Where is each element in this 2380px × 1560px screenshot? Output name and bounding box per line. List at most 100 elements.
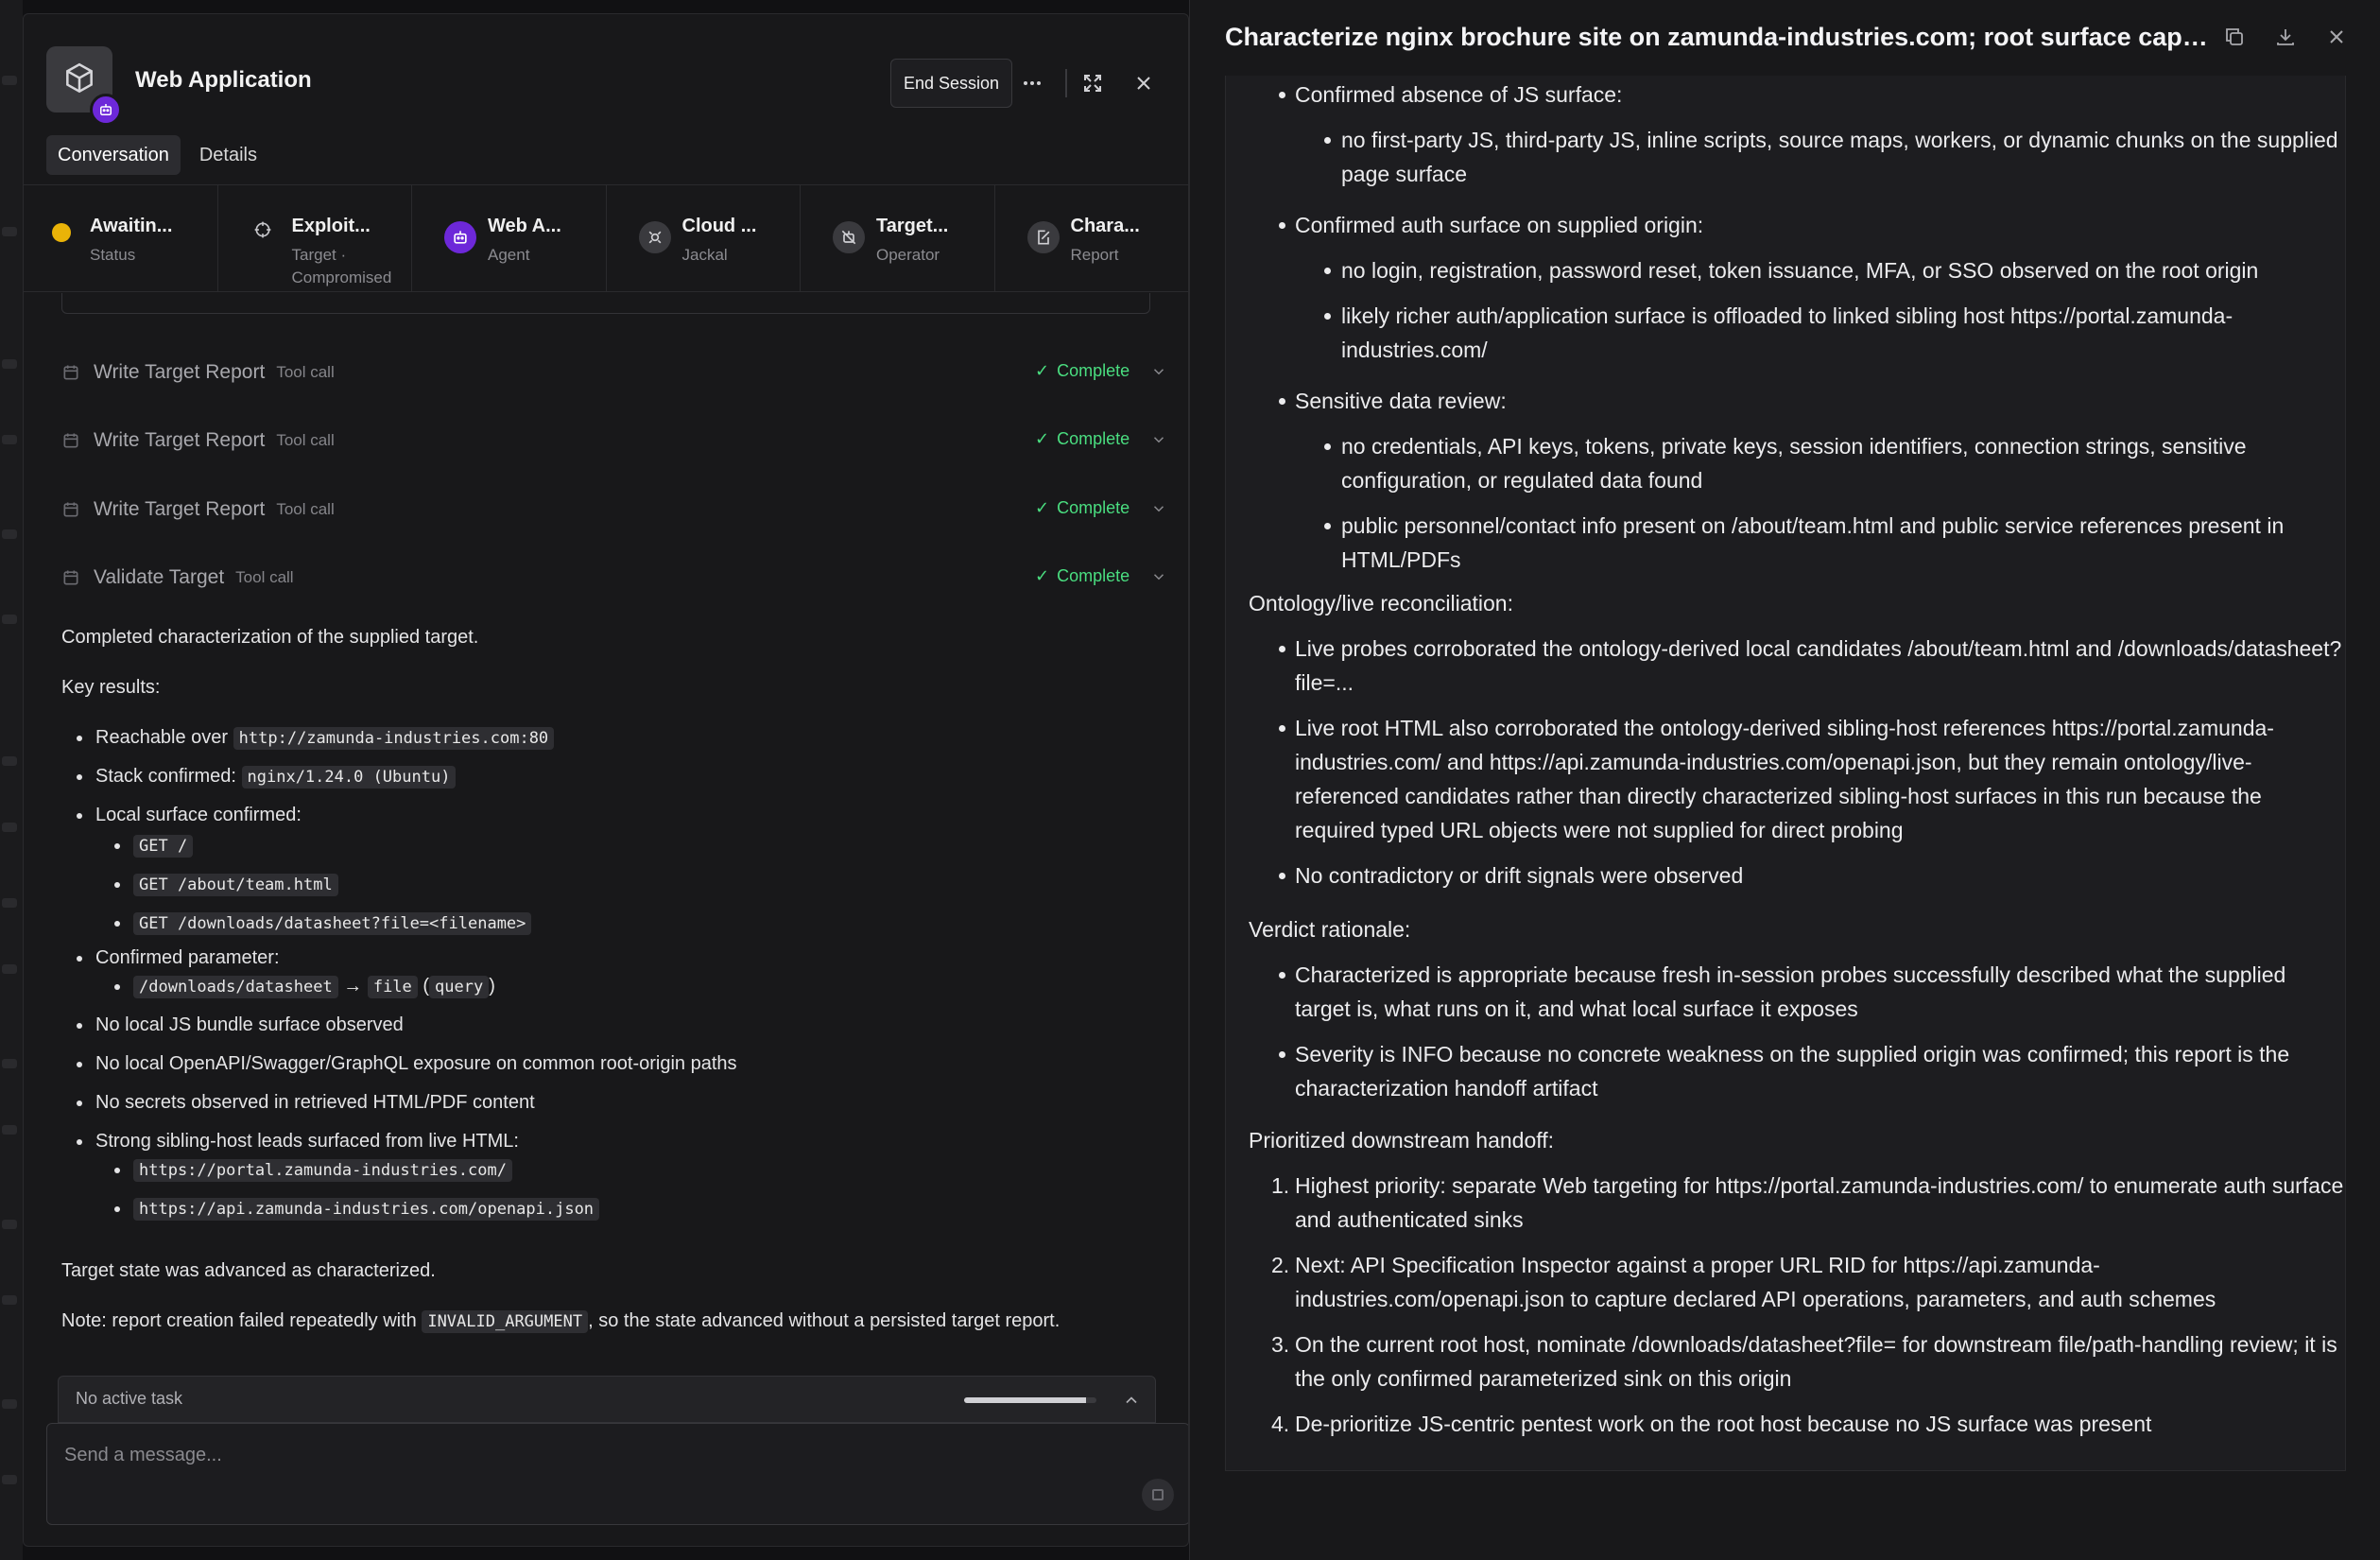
code-snippet: /downloads/datasheet	[133, 976, 338, 998]
check-icon: ✓	[1035, 361, 1050, 380]
code-snippet: GET /	[133, 835, 194, 858]
task-status-bar[interactable]: No active task	[58, 1376, 1156, 1423]
status-subtitle: Status	[90, 246, 136, 264]
numbered-item: 4. De-prioritize JS-centric pentest work …	[1271, 1412, 2152, 1436]
list-item: no credentials, API keys, tokens, privat…	[1226, 429, 2345, 497]
chevron-up-icon[interactable]	[1122, 1391, 1141, 1410]
report-content[interactable]: Confirmed absence of JS surface: no firs…	[1225, 76, 2346, 1471]
list-item: https://portal.zamunda-industries.com/	[61, 1155, 1167, 1185]
tool-call-row[interactable]: Write Target Report Tool call ✓ Complete	[61, 352, 1177, 393]
list-item: https://api.zamunda-industries.com/opena…	[61, 1194, 1167, 1223]
tool-call-status: ✓ Complete	[1035, 566, 1130, 585]
state-advanced-text: Target state was advanced as characteriz…	[61, 1260, 436, 1281]
list-item: Confirmed parameter:	[61, 944, 1167, 972]
list-item: GET /	[61, 831, 1167, 860]
tool-call-row[interactable]: Write Target Report Tool call ✓ Complete	[61, 489, 1177, 530]
list-item: Confirmed absence of JS surface:	[1226, 78, 2345, 112]
code-snippet: GET /downloads/datasheet?file=<filename>	[133, 912, 532, 935]
expand-icon[interactable]	[1077, 67, 1109, 99]
tool-call-tag: Tool call	[276, 500, 335, 518]
tab-details[interactable]: Details	[188, 135, 268, 175]
report-subtitle: Report	[1070, 246, 1119, 264]
report-section-handoff: Prioritized downstream handoff: 1. Highes…	[1226, 1123, 2345, 1441]
header-divider	[1065, 69, 1067, 97]
list-item: GET /downloads/datasheet?file=<filename>	[61, 909, 1167, 938]
list-item: Sensitive data review:	[1226, 384, 2345, 418]
chevron-down-icon[interactable]	[1150, 363, 1167, 380]
report-icon	[1026, 221, 1060, 253]
numbered-item: 1. Highest priority: separate Web targeti…	[1271, 1173, 2344, 1232]
report-section-sensitive: Sensitive data review: no credentials, A…	[1226, 384, 2345, 577]
code-snippet: https://api.zamunda-industries.com/opena…	[133, 1198, 600, 1221]
status-cell-agent[interactable]: Web A... Agent	[412, 185, 607, 291]
stop-icon	[1152, 1489, 1164, 1500]
conversation-feed[interactable]: Write Target Report Tool call ✓ Complete …	[24, 293, 1188, 1385]
tool-call-row[interactable]: Validate Target Tool call ✓ Complete	[61, 557, 1177, 598]
list-item: Stack confirmed: nginx/1.24.0 (Ubuntu)	[61, 762, 1167, 791]
chevron-down-icon[interactable]	[1150, 568, 1167, 585]
more-options-icon[interactable]	[1016, 67, 1048, 99]
chevron-down-icon[interactable]	[1150, 431, 1167, 448]
numbered-item: 3. On the current root host, nominate /do…	[1271, 1332, 2337, 1391]
status-cell-operator[interactable]: Target... Operator	[801, 185, 995, 291]
status-cell-target[interactable]: Exploit... Target · Compromised	[218, 185, 412, 291]
code-snippet: file	[367, 976, 418, 998]
report-panel: Characterize nginx brochure site on zamu…	[1189, 0, 2380, 1560]
agent-title: Web A...	[488, 216, 561, 236]
check-icon: ✓	[1035, 566, 1050, 585]
tool-call-status: ✓ Complete	[1035, 429, 1130, 448]
message-input-placeholder[interactable]: Send a message...	[64, 1445, 222, 1466]
robot-icon	[444, 221, 476, 253]
tool-call-name: Write Target Report	[94, 498, 266, 520]
cloud-subtitle: Jackal	[681, 246, 728, 264]
background-app-strip	[0, 0, 23, 1560]
tool-icon	[63, 365, 78, 380]
copy-icon[interactable]	[2220, 23, 2249, 51]
status-title: Awaitin...	[90, 216, 173, 236]
tool-call-status: ✓ Complete	[1035, 498, 1130, 517]
list-item: Live probes corroborated the ontology-de…	[1226, 632, 2345, 700]
tool-call-tag: Tool call	[276, 431, 335, 449]
list-item: no first-party JS, third-party JS, inlin…	[1226, 123, 2345, 191]
list-item: No contradictory or drift signals were o…	[1226, 858, 2345, 893]
list-item: No local OpenAPI/Swagger/GraphQL exposur…	[61, 1049, 1167, 1078]
status-cell-report[interactable]: Chara... Report	[995, 185, 1189, 291]
operator-icon	[833, 221, 865, 253]
list-item: Characterized is appropriate because fre…	[1226, 958, 2345, 1026]
agent-subtitle: Agent	[488, 246, 530, 264]
tool-call-row[interactable]: Write Target Report Tool call ✓ Complete	[61, 420, 1177, 461]
report-section-js: Confirmed absence of JS surface: no firs…	[1226, 78, 2345, 191]
tool-icon	[63, 433, 78, 448]
session-header: Web Application End Session Conversation…	[24, 14, 1188, 184]
stop-button[interactable]	[1142, 1479, 1174, 1511]
close-icon[interactable]	[2322, 23, 2351, 51]
code-snippet: query	[429, 976, 490, 998]
end-session-button[interactable]: End Session	[890, 59, 1013, 108]
list-item: Reachable over http://zamunda-industries…	[61, 723, 1167, 753]
code-snippet: http://zamunda-industries.com:80	[233, 727, 555, 750]
list-item: Severity is INFO because no concrete wea…	[1226, 1037, 2345, 1105]
list-item: Local surface confirmed:	[61, 801, 1167, 829]
key-results-list: Reachable over http://zamunda-industries…	[61, 723, 1167, 1223]
task-status-label: No active task	[76, 1389, 183, 1408]
chevron-down-icon[interactable]	[1150, 500, 1167, 517]
tool-icon	[63, 570, 78, 585]
tab-conversation[interactable]: Conversation	[46, 135, 181, 175]
status-cell-status[interactable]: Awaitin... Status	[24, 185, 218, 291]
target-title: Exploit...	[291, 216, 371, 236]
download-icon[interactable]	[2271, 23, 2300, 51]
status-cell-cloud[interactable]: Cloud ... Jackal	[607, 185, 801, 291]
task-progress-bar	[964, 1397, 1096, 1403]
list-item: /downloads/datasheet → file (query)	[61, 972, 1167, 1001]
operator-subtitle: Operator	[876, 246, 940, 264]
target-icon	[247, 214, 279, 246]
session-tabs: Conversation Details	[46, 135, 268, 175]
code-snippet: INVALID_ARGUMENT	[422, 1310, 589, 1333]
list-item: no login, registration, password reset, …	[1226, 253, 2345, 287]
numbered-item: 2. Next: API Specification Inspector agai…	[1271, 1253, 2216, 1311]
message-composer[interactable]: Send a message...	[46, 1423, 1188, 1525]
tool-call-name: Write Target Report	[94, 361, 266, 383]
key-results-label: Key results:	[61, 677, 161, 698]
report-header: Characterize nginx brochure site on zamu…	[1190, 0, 2380, 76]
close-icon[interactable]	[1128, 67, 1160, 99]
